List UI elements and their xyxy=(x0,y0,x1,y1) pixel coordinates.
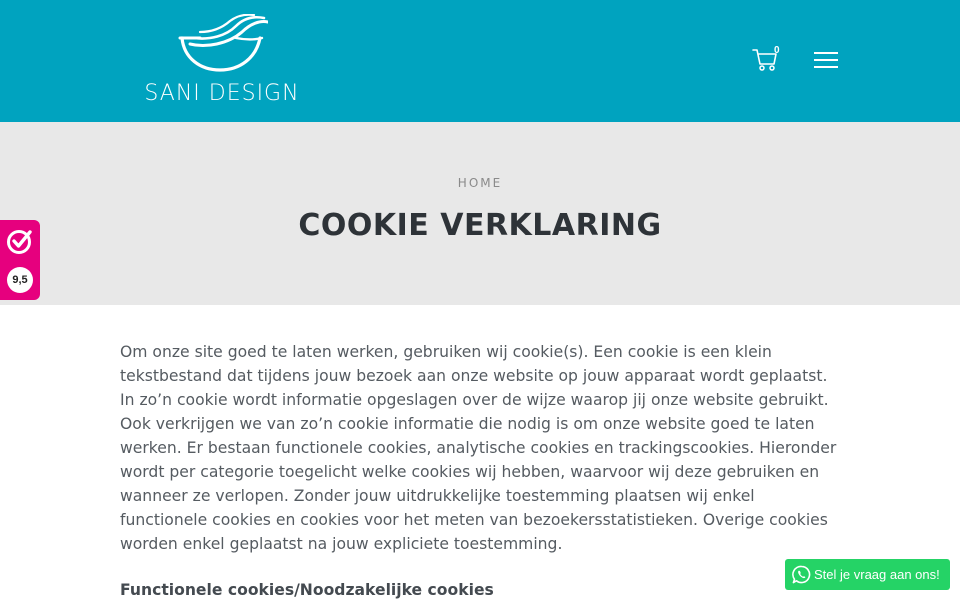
menu-bar xyxy=(814,66,838,68)
whatsapp-label: Stel je vraag aan ons! xyxy=(814,567,940,582)
main-content: Om onze site goed te laten werken, gebru… xyxy=(120,340,844,602)
menu-bar xyxy=(814,52,838,54)
intro-paragraph: Om onze site goed te laten werken, gebru… xyxy=(120,343,837,553)
rating-widget[interactable]: 9,5 xyxy=(0,220,40,300)
section-heading: Functionele cookies/Noodzakelijke cookie… xyxy=(120,581,494,599)
breadcrumb-home[interactable]: HOME xyxy=(0,176,960,190)
site-logo[interactable]: SANI DESIGN xyxy=(124,14,320,106)
hamburger-menu-button[interactable] xyxy=(814,50,840,70)
rating-score: 9,5 xyxy=(7,267,33,293)
page-title: COOKIE VERKLARING xyxy=(298,208,662,243)
cart-button[interactable]: 0 xyxy=(752,44,784,74)
menu-bar xyxy=(814,59,838,61)
logo-text: SANI DESIGN xyxy=(144,81,300,106)
page-hero: HOME COOKIE VERKLARING xyxy=(0,122,960,305)
whatsapp-icon xyxy=(792,565,811,584)
cart-count-badge: 0 xyxy=(774,45,780,56)
site-header: SANI DESIGN 0 xyxy=(0,0,960,122)
whatsapp-chat-button[interactable]: Stel je vraag aan ons! xyxy=(785,559,950,590)
bowl-logo-icon xyxy=(178,14,268,72)
kiyoh-checkmark-icon xyxy=(7,230,32,254)
